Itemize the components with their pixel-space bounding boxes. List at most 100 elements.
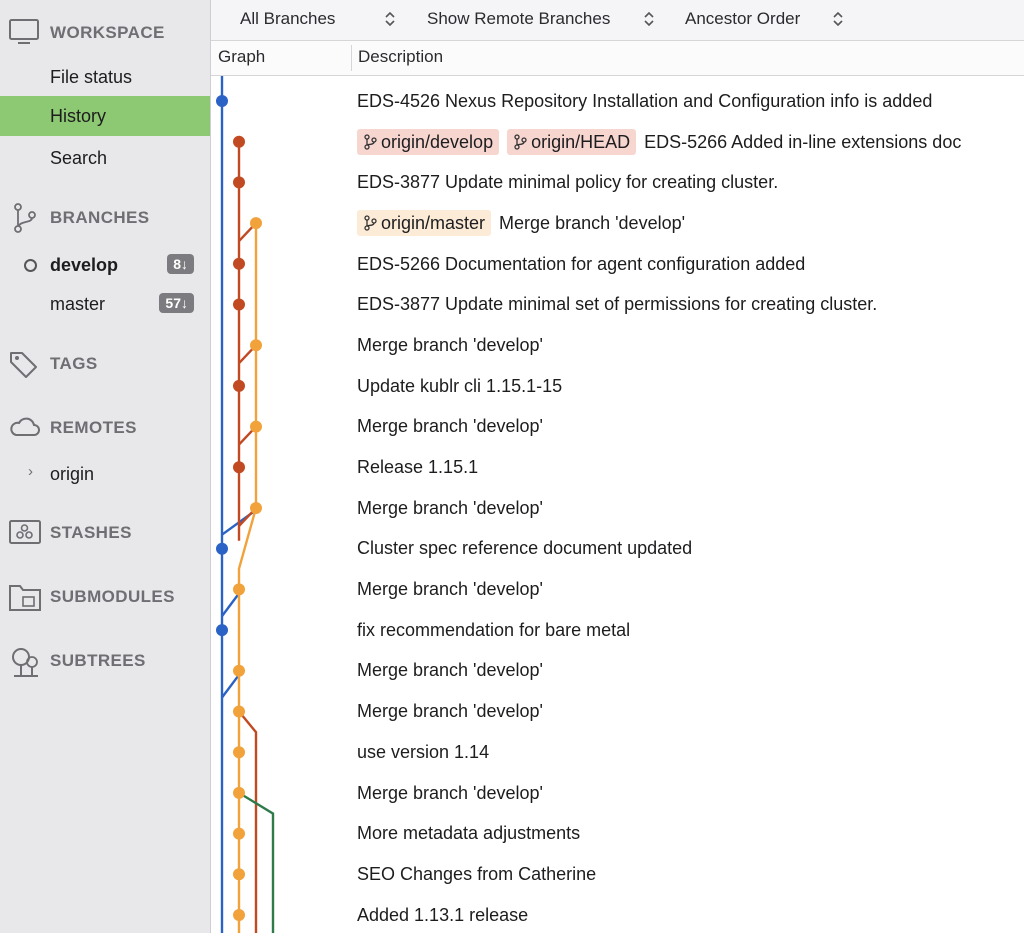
commit-node[interactable] xyxy=(233,868,245,881)
subtree-icon xyxy=(8,646,42,677)
commit-message: Merge branch 'develop' xyxy=(357,701,543,722)
commit-row[interactable]: Merge branch 'develop' xyxy=(351,325,1024,366)
history-toolbar: All Branches Show Remote Branches Ancest… xyxy=(211,0,1024,41)
commit-row[interactable]: origin/develop origin/HEAD EDS-5266 Added … xyxy=(351,122,1024,163)
commit-row[interactable]: EDS-5266 Documentation for agent configu… xyxy=(351,244,1024,285)
graph-edge xyxy=(238,710,258,933)
section-label: BRANCHES xyxy=(50,208,150,227)
updown-chevron-icon[interactable] xyxy=(643,9,655,29)
description-column-header[interactable]: Description xyxy=(358,47,443,67)
commit-node[interactable] xyxy=(233,257,245,270)
commit-node[interactable] xyxy=(216,95,228,107)
remote-origin[interactable]: › origin xyxy=(0,454,210,494)
commit-node[interactable] xyxy=(233,461,245,474)
commit-node[interactable] xyxy=(233,176,245,189)
section-remotes[interactable]: REMOTES xyxy=(0,409,210,445)
commit-row[interactable]: origin/master Merge branch 'develop' xyxy=(351,203,1024,244)
branch-develop[interactable]: develop 8↓ xyxy=(0,245,210,285)
commit-node[interactable] xyxy=(233,298,245,311)
commit-node[interactable] xyxy=(216,624,228,637)
branches-filter-select[interactable]: All Branches xyxy=(240,9,335,29)
branch-icon xyxy=(514,134,527,150)
commit-message: EDS-4526 Nexus Repository Installation a… xyxy=(357,90,933,111)
branch-label: develop xyxy=(50,255,119,275)
commit-node[interactable] xyxy=(233,705,245,718)
commit-row[interactable]: Merge branch 'develop' xyxy=(351,488,1024,529)
commit-graph xyxy=(216,76,275,933)
section-label: STASHES xyxy=(50,523,132,542)
updown-chevron-icon[interactable] xyxy=(832,9,844,29)
branch-tag-label: origin/develop xyxy=(381,131,494,152)
section-label: REMOTES xyxy=(50,418,137,437)
behind-badge: 57↓ xyxy=(159,293,194,313)
commit-message: More metadata adjustments xyxy=(357,823,581,844)
sidebar: WORKSPACE File status History Search BRA… xyxy=(0,0,211,933)
commit-list: EDS-4526 Nexus Repository Installation a… xyxy=(351,81,1024,935)
commit-row[interactable]: Release 1.15.1 xyxy=(351,447,1024,488)
commit-node[interactable] xyxy=(250,420,262,433)
commit-row[interactable]: Added 1.13.1 release xyxy=(351,895,1024,935)
commit-row[interactable]: fix recommendation for bare metal xyxy=(351,610,1024,651)
commit-row[interactable]: EDS-3877 Update minimal set of permissio… xyxy=(351,284,1024,325)
commit-row[interactable]: More metadata adjustments xyxy=(351,813,1024,854)
branch-icon xyxy=(8,203,42,233)
section-workspace[interactable]: WORKSPACE xyxy=(0,14,210,50)
commit-node[interactable] xyxy=(233,746,245,759)
section-submodules[interactable]: SUBMODULES xyxy=(0,578,210,614)
branch-icon xyxy=(364,134,377,150)
commit-row[interactable]: SEO Changes from Catherine xyxy=(351,854,1024,895)
branch-tag[interactable]: origin/master xyxy=(357,210,492,237)
commit-row[interactable]: EDS-3877 Update minimal policy for creat… xyxy=(351,162,1024,203)
commit-node[interactable] xyxy=(233,664,245,677)
commit-node[interactable] xyxy=(250,339,262,352)
stash-icon xyxy=(8,518,42,546)
branch-tag-label: origin/HEAD xyxy=(531,131,631,152)
commit-row[interactable]: Merge branch 'develop' xyxy=(351,651,1024,692)
commit-row[interactable]: use version 1.14 xyxy=(351,732,1024,773)
section-label: SUBTREES xyxy=(50,651,146,670)
commit-node[interactable] xyxy=(233,909,245,921)
remote-label: origin xyxy=(50,464,95,484)
graph-column-header[interactable]: Graph xyxy=(218,47,265,67)
section-subtrees[interactable]: SUBTREES xyxy=(0,642,210,678)
branch-tag[interactable]: origin/develop xyxy=(357,129,500,156)
commit-node[interactable] xyxy=(233,583,245,596)
commit-node[interactable] xyxy=(233,135,245,148)
section-branches[interactable]: BRANCHES xyxy=(0,199,210,235)
nav-search[interactable]: Search xyxy=(0,138,210,178)
nav-history[interactable]: History xyxy=(0,96,210,136)
commit-message: Added 1.13.1 release xyxy=(357,904,529,925)
branch-master[interactable]: master 57↓ xyxy=(0,284,210,324)
commit-message: SEO Changes from Catherine xyxy=(357,863,597,884)
commit-row[interactable]: Merge branch 'develop' xyxy=(351,569,1024,610)
commit-node[interactable] xyxy=(250,502,262,514)
branch-tag-label: origin/master xyxy=(381,212,486,233)
commit-node[interactable] xyxy=(250,217,262,230)
order-select[interactable]: Ancestor Order xyxy=(685,9,800,29)
commit-row[interactable]: Merge branch 'develop' xyxy=(351,407,1024,448)
commit-row[interactable]: Merge branch 'develop' xyxy=(351,773,1024,814)
commit-row[interactable]: Cluster spec reference document updated xyxy=(351,529,1024,570)
nav-file-status[interactable]: File status xyxy=(0,57,210,97)
commit-message: EDS-5266 Added in-line extensions doc xyxy=(644,131,962,152)
current-branch-icon xyxy=(24,259,37,272)
chevron-right-icon[interactable]: › xyxy=(28,463,33,480)
column-divider[interactable] xyxy=(351,45,352,71)
monitor-icon xyxy=(8,18,42,46)
commit-node[interactable] xyxy=(233,827,245,840)
commit-row[interactable]: Merge branch 'develop' xyxy=(351,691,1024,732)
commit-row[interactable]: EDS-4526 Nexus Repository Installation a… xyxy=(351,81,1024,122)
remote-branches-select[interactable]: Show Remote Branches xyxy=(427,9,610,29)
commit-node[interactable] xyxy=(233,786,245,799)
commit-message: Merge branch 'develop' xyxy=(357,579,543,600)
updown-chevron-icon[interactable] xyxy=(384,9,396,29)
commit-message: Merge branch 'develop' xyxy=(357,416,543,437)
section-tags[interactable]: TAGS xyxy=(0,345,210,381)
commit-node[interactable] xyxy=(216,542,228,555)
cloud-icon xyxy=(8,413,42,441)
commit-node[interactable] xyxy=(233,379,245,392)
section-stashes[interactable]: STASHES xyxy=(0,514,210,550)
branch-label: master xyxy=(50,294,106,314)
branch-tag[interactable]: origin/HEAD xyxy=(507,129,637,156)
commit-row[interactable]: Update kublr cli 1.15.1-15 xyxy=(351,366,1024,407)
